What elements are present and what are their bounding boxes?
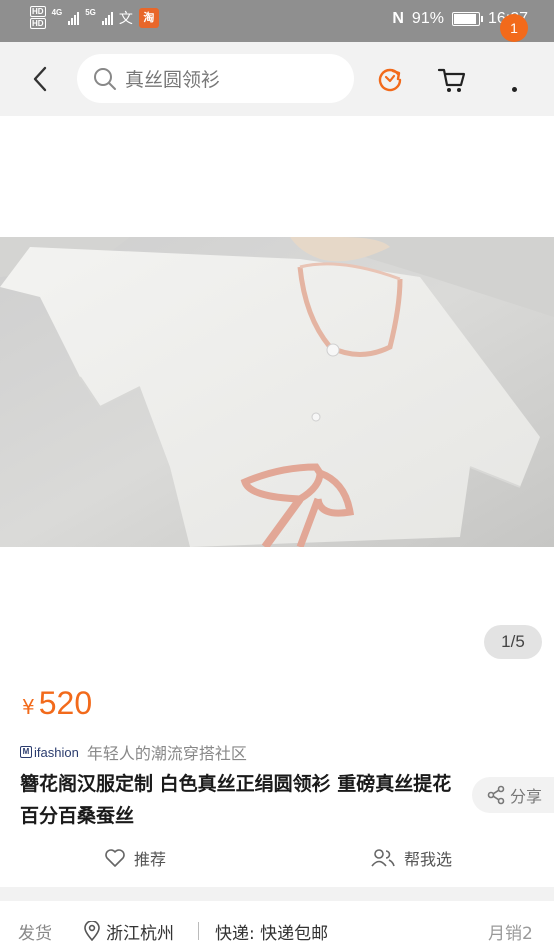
taobao-notification-icon: 淘 <box>138 7 159 28</box>
recommend-label: 推荐 <box>134 850 167 869</box>
battery-fill <box>453 14 476 24</box>
ifashion-mark-icon: M <box>20 746 32 758</box>
shipping-location: 浙江杭州 <box>84 919 174 944</box>
action-row: 推荐 帮我选 <box>0 840 554 878</box>
notification-wen-icon: 文 <box>118 9 133 26</box>
heart-icon <box>105 849 125 867</box>
battery-percent: 91% <box>411 10 444 27</box>
ifashion-logo-text: ifashion <box>34 744 79 760</box>
signal-icon <box>68 11 80 25</box>
search-bar[interactable]: 真丝圆领衫 <box>77 54 354 103</box>
price: 520 <box>38 685 93 721</box>
ifashion-row[interactable]: M ifashion 年轻人的潮流穿搭社区 <box>20 740 247 764</box>
network-4g-label: 4G <box>51 8 63 17</box>
hd-badge-1: HD <box>30 6 46 17</box>
location-pin-icon <box>84 921 100 941</box>
ifashion-tagline: 年轻人的潮流穿搭社区 <box>86 744 247 763</box>
product-image[interactable] <box>0 237 554 547</box>
hd-badge-2: HD <box>30 18 46 29</box>
price-row: ¥ 520 <box>22 685 92 722</box>
battery-icon <box>451 12 483 26</box>
status-left: HD HD 4G 5G 文 淘 <box>30 6 159 29</box>
search-query: 真丝圆领衫 <box>125 69 221 91</box>
back-arrow-icon <box>33 66 47 92</box>
message-badge[interactable]: 1 <box>500 14 528 42</box>
more-menu-dot[interactable] <box>512 87 517 92</box>
status-bar: HD HD 4G 5G 文 淘 N 91% 16:27 <box>0 0 554 42</box>
share-icon <box>487 785 505 805</box>
shipping-label: 发货 <box>18 923 52 944</box>
shipping-express: 快递: 快递包邮 <box>215 923 329 944</box>
cart-button[interactable] <box>434 62 470 98</box>
shipping-location-text: 浙江杭州 <box>106 923 174 944</box>
top-nav: 真丝圆领衫 <box>0 42 554 116</box>
shipping-separator <box>198 922 199 940</box>
silk-shirt-photo <box>0 237 554 547</box>
cart-icon <box>437 68 466 92</box>
help-choose-button[interactable]: 帮我选 <box>370 846 452 870</box>
search-icon <box>94 67 116 90</box>
product-title: 簪花阁汉服定制 白色真丝正绢圆领衫 重磅真丝提花百分百桑蚕丝 <box>20 773 452 827</box>
nfc-icon: N <box>392 10 404 27</box>
signal-icon-2 <box>101 11 113 25</box>
section-divider <box>0 887 554 901</box>
shipping-row[interactable]: 发货 浙江杭州 快递: 快递包邮 月销2 <box>0 915 554 947</box>
help-choose-label: 帮我选 <box>404 850 453 869</box>
refresh-circle-icon <box>378 68 402 92</box>
similar-items-button[interactable] <box>372 62 408 98</box>
people-icon <box>371 849 395 867</box>
share-button[interactable]: 分享 <box>472 777 554 813</box>
monthly-sales: 月销2 <box>488 923 533 944</box>
recommend-button[interactable]: 推荐 <box>104 846 166 870</box>
image-counter: 1/5 <box>484 625 542 659</box>
currency-symbol: ¥ <box>22 695 35 719</box>
hd-indicators: HD HD <box>30 6 46 29</box>
back-button[interactable] <box>24 62 56 96</box>
share-label: 分享 <box>510 787 543 806</box>
ifashion-logo: M ifashion <box>20 745 79 760</box>
network-5g-label: 5G <box>85 8 96 17</box>
